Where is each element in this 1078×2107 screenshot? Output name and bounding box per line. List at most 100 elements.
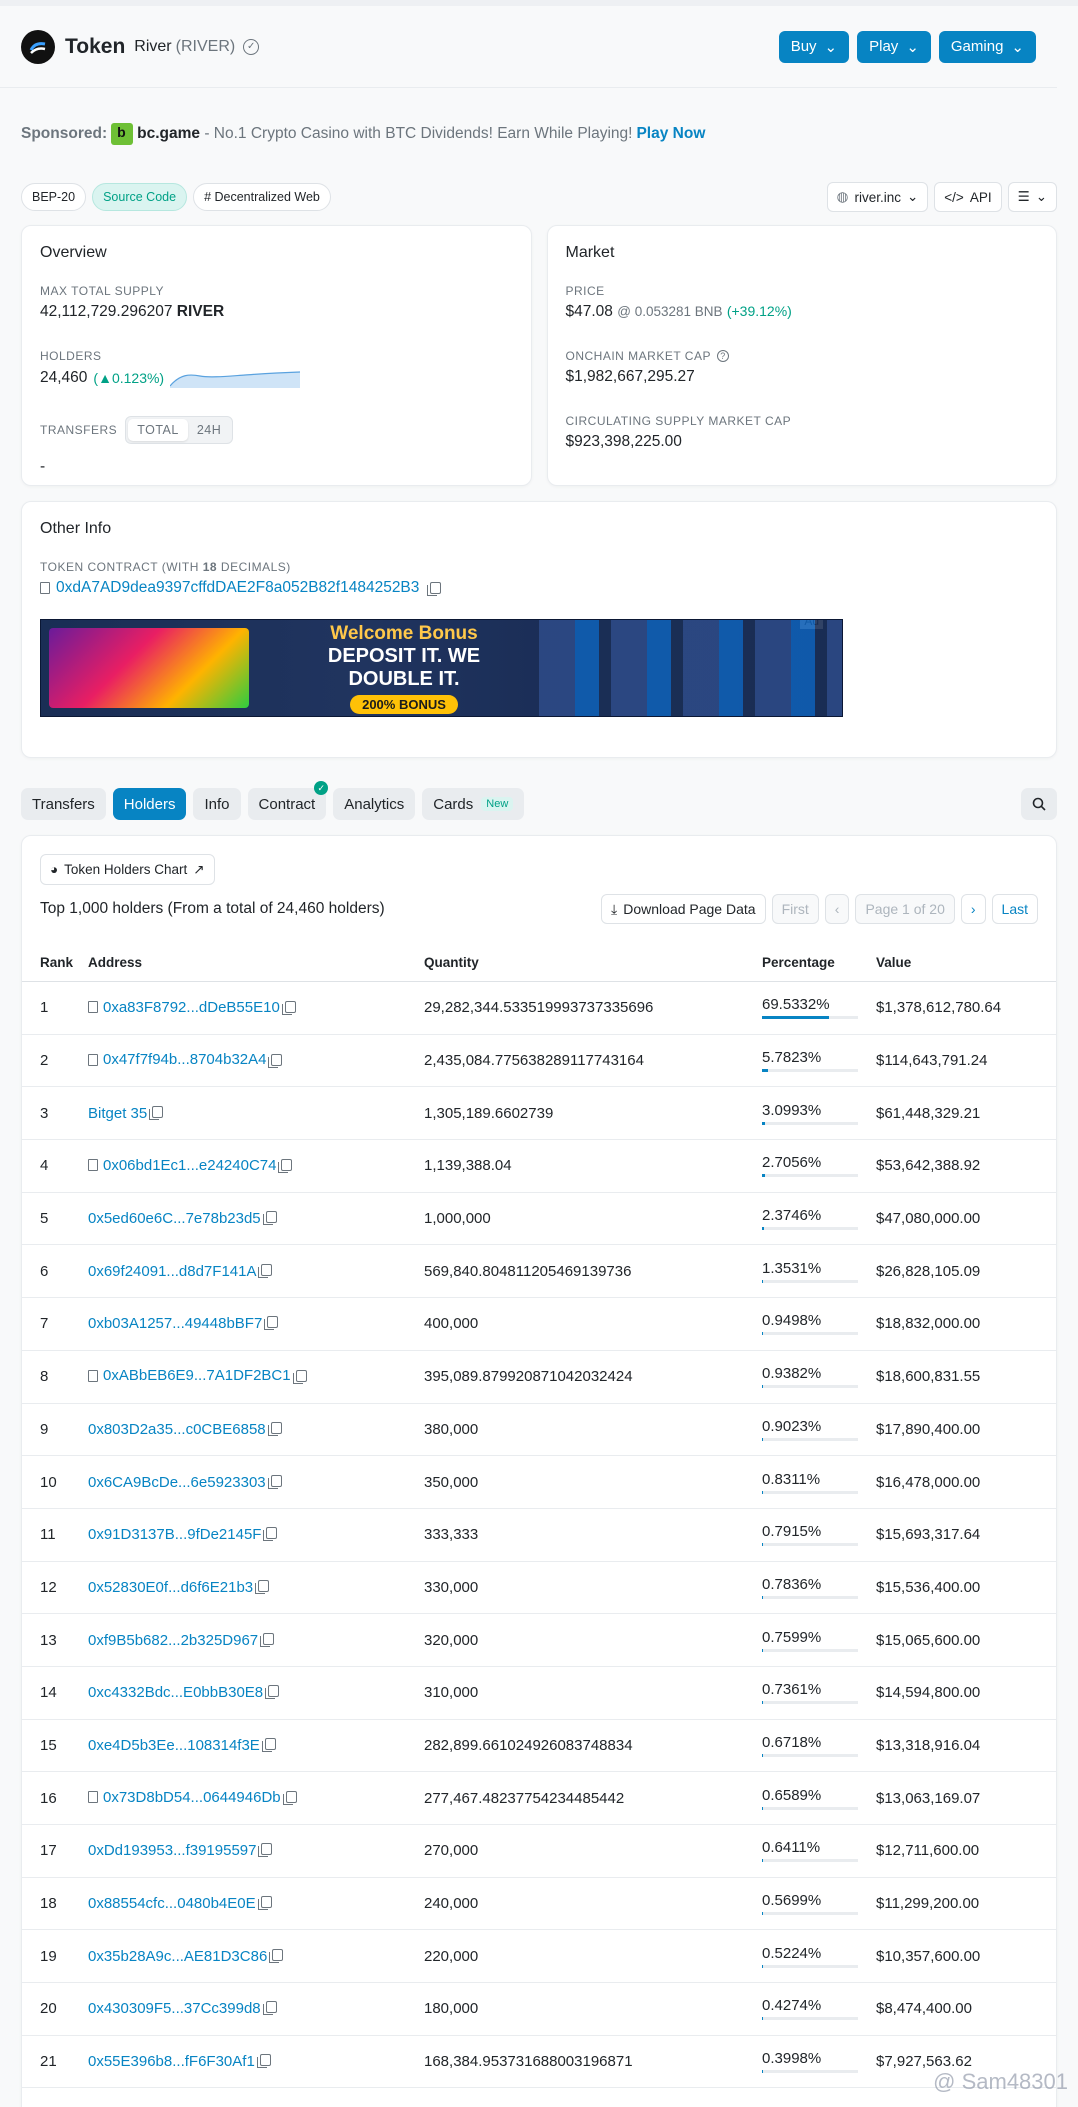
holder-address-link[interactable]: 0x69f24091...d8d7F141A — [88, 1263, 256, 1280]
copy-icon[interactable] — [267, 1474, 282, 1489]
percentage-text: 0.5699% — [762, 1892, 822, 1910]
tab-info[interactable]: Info — [193, 788, 241, 820]
value-cell: $15,693,317.64 — [876, 1508, 1056, 1562]
copy-icon[interactable] — [257, 1896, 272, 1911]
stake-ad-banner[interactable]: Ad Welcome Bonus DEPOSIT IT. WE DOUBLE I… — [40, 619, 843, 717]
price-label: PRICE — [565, 284, 605, 298]
copy-icon[interactable] — [281, 1001, 296, 1016]
contract-label: TOKEN CONTRACT (WITH 18 DECIMALS) — [40, 560, 291, 574]
rank-cell: 14 — [22, 1666, 88, 1720]
copy-icon[interactable] — [262, 2001, 277, 2016]
copy-icon[interactable] — [260, 1632, 275, 1647]
value-cell: $53,642,388.92 — [876, 1139, 1056, 1193]
copy-icon[interactable] — [263, 1527, 278, 1542]
sponsor-cta-link[interactable]: Play Now — [636, 125, 705, 143]
holder-address-link[interactable]: 0xb03A1257...49448bBF7 — [88, 1315, 262, 1332]
copy-icon[interactable] — [264, 1316, 279, 1331]
holder-address-link[interactable]: 0xf9B5b682...2b325D967 — [88, 1632, 258, 1649]
next-page-button[interactable]: › — [960, 894, 986, 924]
percentage-bar-fill — [762, 1121, 765, 1125]
holder-address-link[interactable]: 0x5ed60e6C...7e78b23d5 — [88, 1210, 261, 1227]
holder-address-link[interactable]: 0x35b28A9c...AE81D3C86 — [88, 1948, 267, 1965]
question-icon[interactable]: ? — [716, 350, 729, 362]
percentage-cell: 0.7836% — [762, 1561, 876, 1615]
quantity-cell: 395,089.879920871042032424 — [424, 1350, 762, 1404]
prev-page-button[interactable]: ‹ — [824, 894, 850, 924]
tag-source-code[interactable]: Source Code — [92, 183, 188, 211]
address-cell: 0x430309F5...37Cc399d8 — [88, 1982, 424, 2036]
copy-icon[interactable] — [262, 1211, 277, 1226]
toggle-24h[interactable]: 24H — [188, 419, 230, 441]
tab-contract[interactable]: Contract ✓ — [247, 781, 329, 820]
max-supply-value: 42,112,729.296207 — [40, 303, 173, 320]
search-button[interactable] — [1021, 788, 1057, 820]
tag-bep20[interactable]: BEP-20 — [21, 183, 87, 211]
gaming-button[interactable]: Gaming ⌄ — [938, 30, 1036, 63]
percentage-bar-fill — [762, 1069, 768, 1073]
holder-address-link[interactable]: 0x55E396b8...fF6F30Af1 — [88, 2053, 255, 2070]
holder-address-link[interactable]: 0x6CA9BcDe...6e5923303 — [88, 1474, 266, 1491]
rank-cell: 2 — [22, 1034, 88, 1088]
first-page-button[interactable]: First — [771, 894, 819, 924]
percentage-bar-fill — [762, 1964, 763, 1968]
copy-icon[interactable] — [258, 1263, 273, 1278]
download-button[interactable]: ⤓ Download Page Data — [601, 894, 766, 924]
holder-address-link[interactable]: 0xa83F8792...dDeB55E10 — [103, 999, 280, 1016]
holder-address-link[interactable]: 0x430309F5...37Cc399d8 — [88, 2000, 261, 2017]
quantity-cell: 320,000 — [424, 1613, 762, 1667]
holder-address-link[interactable]: 0xABbEB6E9...7A1DF2BC1 — [103, 1367, 291, 1384]
copy-icon[interactable] — [278, 1159, 293, 1174]
chevron-down-icon: ⌄ — [906, 189, 919, 204]
holder-address-link[interactable]: 0xe4D5b3Ee...108314f3E — [88, 1737, 260, 1754]
copy-icon[interactable] — [255, 1579, 270, 1594]
holder-address-link[interactable]: 0x91D3137B...9fDe2145F — [88, 1526, 261, 1543]
api-button[interactable]: </> API — [934, 182, 1002, 212]
holder-address-link[interactable]: 0xc4332Bdc...E0bbB30E8 — [88, 1684, 263, 1701]
more-menu-button[interactable]: ☰ ⌄ — [1007, 182, 1057, 212]
quantity-cell: 400,000 — [424, 1297, 762, 1351]
copy-icon[interactable] — [261, 1737, 276, 1752]
play-button[interactable]: Play ⌄ — [857, 30, 931, 63]
holder-address-link[interactable]: 0x88554cfc...0480b4E0E — [88, 1895, 256, 1912]
contract-file-icon — [88, 1159, 98, 1172]
percentage-text: 0.6411% — [762, 1839, 821, 1857]
copy-icon[interactable] — [256, 2054, 271, 2069]
tab-transfers[interactable]: Transfers — [21, 788, 106, 820]
copy-icon[interactable] — [258, 1843, 273, 1858]
sponsor-brand[interactable]: bc.game — [137, 125, 200, 143]
copy-icon[interactable] — [268, 1053, 283, 1068]
tab-holders[interactable]: Holders — [112, 788, 187, 820]
tag-decentralized-web[interactable]: # Decentralized Web — [193, 183, 331, 211]
copy-icon[interactable] — [265, 1685, 280, 1700]
percentage-bar — [762, 2017, 858, 2021]
toggle-total[interactable]: TOTAL — [128, 419, 188, 441]
holder-address-link[interactable]: 0x47f7f94b...8704b32A4 — [103, 1051, 266, 1068]
tab-analytics[interactable]: Analytics — [333, 788, 416, 820]
holders-chart-button[interactable]: ◕ Token Holders Chart ↗ — [40, 854, 215, 885]
percentage-text: 69.5332% — [762, 996, 830, 1014]
website-dropdown[interactable]: ◍ river.inc ⌄ — [826, 182, 929, 212]
holder-address-link[interactable]: 0xDd193953...f39195597 — [88, 1842, 256, 1859]
tab-cards[interactable]: Cards New — [422, 788, 525, 820]
holder-address-link[interactable]: 0x06bd1Ec1...e24240C74 — [103, 1157, 276, 1174]
last-page-button[interactable]: Last — [991, 894, 1038, 924]
copy-icon[interactable] — [267, 1421, 282, 1436]
address-cell: 0xABbEB6E9...7A1DF2BC1 — [88, 1350, 424, 1404]
value-cell: $8,474,400.00 — [876, 1982, 1056, 2036]
percentage-bar — [762, 1016, 858, 1020]
buy-button[interactable]: Buy ⌄ — [778, 30, 850, 63]
copy-icon[interactable] — [292, 1369, 307, 1384]
copy-icon[interactable] — [282, 1791, 297, 1806]
table-row: 20 0x430309F5...37Cc399d8 180,000 0.4274% $8… — [22, 1982, 1056, 2036]
holder-address-link[interactable]: Bitget 35 — [88, 1105, 147, 1122]
holder-address-link[interactable]: 0x73D8bD54...0644946Db — [103, 1789, 281, 1806]
address-cell: Bitget 35 — [88, 1086, 424, 1141]
holder-address-link[interactable]: 0x803D2a35...c0CBE6858 — [88, 1421, 266, 1438]
contract-address-link[interactable]: 0xdA7AD9dea9397cffdDAE2F8a052B82f1484252… — [56, 579, 419, 597]
contract-file-icon — [88, 1369, 98, 1382]
copy-icon[interactable] — [427, 582, 442, 596]
copy-icon[interactable] — [149, 1105, 164, 1120]
holders-label: HOLDERS — [40, 349, 102, 363]
holder-address-link[interactable]: 0x52830E0f...d6f6E21b3 — [88, 1579, 253, 1596]
copy-icon[interactable] — [269, 1948, 284, 1963]
